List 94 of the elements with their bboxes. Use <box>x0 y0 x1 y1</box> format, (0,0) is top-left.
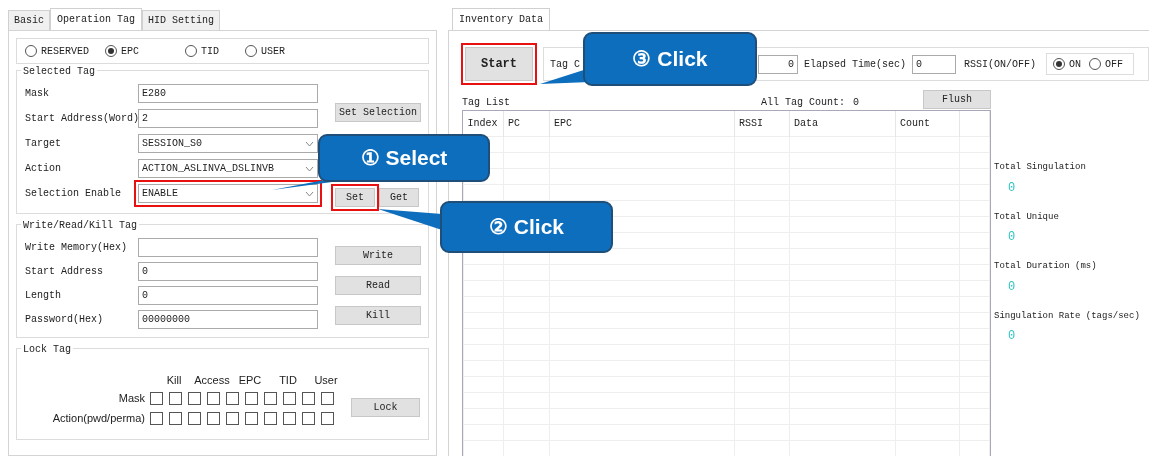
radio-button[interactable] <box>1053 58 1066 70</box>
input-field[interactable]: 0 <box>138 261 318 281</box>
column-label: Access <box>193 373 231 388</box>
checkbox[interactable] <box>226 391 239 405</box>
checkbox[interactable] <box>245 411 258 425</box>
action-button[interactable]: Read <box>335 276 421 295</box>
field-label: Mask <box>25 87 50 101</box>
checkbox[interactable] <box>302 391 315 405</box>
stat-value: 0 <box>1007 179 1017 197</box>
field-label: Write Memory(Hex) <box>25 240 129 255</box>
column-label: User <box>313 373 339 388</box>
stat-value: 0 <box>1007 328 1017 345</box>
stat-value: 0 <box>1007 229 1017 246</box>
tab[interactable]: HID Setting <box>142 10 221 30</box>
stat-value: 0 <box>1007 278 1017 296</box>
stat-label: Total Singulation <box>994 161 1087 174</box>
checkbox[interactable] <box>150 411 163 425</box>
field-label: Tag C <box>550 57 580 72</box>
flush-button[interactable]: Flush <box>923 90 991 109</box>
callout: ③ Click <box>583 32 757 86</box>
column-header: Data <box>789 111 896 136</box>
column-header: Count <box>895 111 960 136</box>
field-label: RSSI(ON/OFF) <box>964 57 1037 72</box>
checkbox[interactable] <box>245 391 258 405</box>
radio-button[interactable] <box>1089 58 1102 70</box>
column-label: EPC <box>237 373 263 388</box>
field-label: Selection Enable <box>25 187 122 201</box>
radio-button[interactable] <box>245 45 257 57</box>
checkbox[interactable] <box>321 411 334 425</box>
radio-label: EPC <box>121 44 139 59</box>
radio-label: USER <box>261 44 285 59</box>
dropdown[interactable]: ACTION_ASLINVA_DSLINVB <box>138 159 318 178</box>
list-title: Tag List <box>462 96 511 110</box>
get-button[interactable]: Get <box>379 188 419 207</box>
group-title: Write/Read/Kill Tag <box>21 218 140 233</box>
checkbox[interactable] <box>321 391 334 405</box>
radio-label: OFF <box>1105 57 1124 72</box>
action-button[interactable]: Kill <box>335 306 421 325</box>
row-label: Mask <box>117 390 146 406</box>
checkbox[interactable] <box>264 391 277 405</box>
field-label: Action <box>25 162 62 176</box>
column-header: EPC <box>549 111 735 136</box>
radio-label: TID <box>201 44 219 59</box>
field-label: Start Address <box>25 264 104 279</box>
radio-label: RESERVED <box>41 44 89 59</box>
count-label: All Tag Count: <box>761 96 845 110</box>
checkbox[interactable] <box>188 411 201 425</box>
field-label: Elapsed Time(sec) <box>804 57 907 72</box>
tab[interactable]: Operation Tag <box>50 8 143 30</box>
input-field[interactable]: 0 <box>912 54 957 74</box>
input-field[interactable]: 0 <box>138 285 318 305</box>
group-title: Selected Tag <box>21 64 97 79</box>
count-value: 0 <box>853 96 860 110</box>
callout-pointer <box>378 209 442 230</box>
checkbox[interactable] <box>283 411 296 425</box>
column-label: TID <box>278 373 298 388</box>
field-label: Length <box>25 288 62 303</box>
stat-label: Total Duration (ms) <box>994 260 1098 273</box>
checkbox[interactable] <box>169 391 182 405</box>
column-header: RSSI <box>734 111 790 136</box>
tab[interactable]: Inventory Data <box>452 8 550 30</box>
checkbox[interactable] <box>207 411 220 425</box>
stat-label: Singulation Rate (tags/sec) <box>994 309 1140 323</box>
field-label: Target <box>25 137 62 151</box>
checkbox[interactable] <box>207 391 220 405</box>
stat-label: Total Unique <box>994 210 1060 224</box>
set-selection-button[interactable]: Set Selection <box>335 103 421 122</box>
tab[interactable]: Basic <box>8 10 50 30</box>
row-label: Action(pwd/perma) <box>51 410 146 426</box>
radio-button[interactable] <box>25 45 37 57</box>
group-title: Lock Tag <box>21 342 73 357</box>
action-button[interactable]: Write <box>335 246 421 265</box>
radio-label: ON <box>1069 57 1082 72</box>
checkbox[interactable] <box>264 411 277 425</box>
input-field[interactable]: E280 <box>138 84 318 103</box>
checkbox[interactable] <box>283 391 296 405</box>
checkbox[interactable] <box>226 411 239 425</box>
input-field[interactable] <box>138 237 318 257</box>
column-header: PC <box>503 111 550 136</box>
checkbox[interactable] <box>150 391 163 405</box>
field-label: Start Address(Word) <box>25 112 138 126</box>
callout: ② Click <box>440 201 613 253</box>
checkbox[interactable] <box>302 411 315 425</box>
column-label: Kill <box>165 373 183 388</box>
input-field[interactable]: 2 <box>138 109 318 128</box>
field-label: Password(Hex) <box>25 312 104 327</box>
input-field[interactable]: 00000000 <box>138 309 318 329</box>
checkbox[interactable] <box>169 411 182 425</box>
input-field[interactable]: 0 <box>758 54 798 74</box>
radio-button[interactable] <box>105 45 117 57</box>
checkbox[interactable] <box>188 391 201 405</box>
lock-button[interactable]: Lock <box>351 398 420 417</box>
radio-button[interactable] <box>185 45 197 57</box>
dropdown[interactable]: SESSION_S0 <box>138 134 318 153</box>
